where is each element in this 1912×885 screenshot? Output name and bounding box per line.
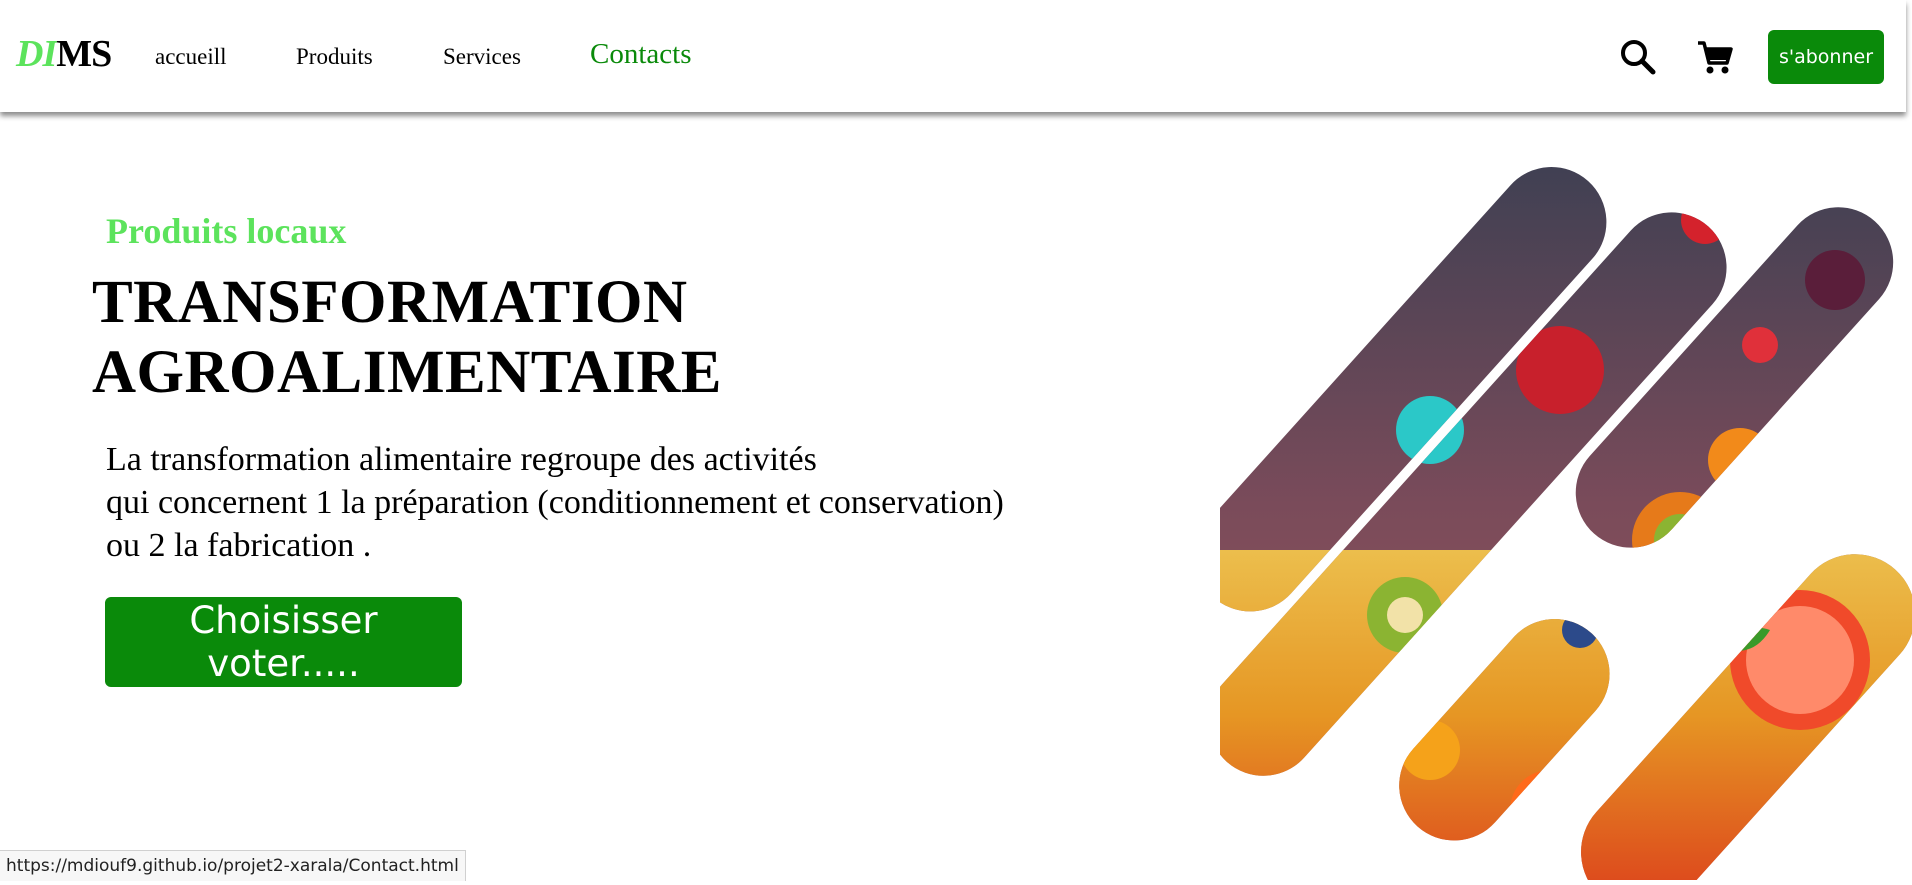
hero-fruit-illustration [1220,130,1912,880]
search-icon[interactable] [1619,38,1657,76]
hero-title-line: AGROALIMENTAIRE [92,339,722,406]
nav-link-accueil[interactable]: accueill [155,44,227,70]
scrollbar-edge [1906,0,1912,118]
nav-link-produits[interactable]: Produits [296,44,373,70]
subscribe-button[interactable]: s'abonner [1768,30,1884,84]
logo-ms: MS [56,33,112,75]
nav-link-contacts[interactable]: Contacts [590,38,692,71]
hero-description-line: qui concernent 1 la préparation (conditi… [106,484,1004,521]
cta-button[interactable]: Choisisser voter..... [105,597,462,687]
hero-description-line: ou 2 la fabrication . [106,527,372,564]
cart-icon[interactable] [1696,38,1734,76]
browser-status-bar: https://mdiouf9.github.io/projet2-xarala… [0,850,466,881]
hero-description: La transformation alimentaire regroupe d… [106,438,1004,567]
logo[interactable]: DIMS [16,32,112,76]
hero-description-line: La transformation alimentaire regroupe d… [106,441,817,478]
hero-kicker: Produits locaux [106,211,347,251]
hero-title: TRANSFORMATION AGROALIMENTAIRE [92,268,722,408]
nav-link-services[interactable]: Services [443,44,521,70]
hero-title-line: TRANSFORMATION [92,269,688,336]
top-navbar: DIMS accueill Produits Services Contacts… [0,0,1906,112]
logo-di: DI [16,33,57,75]
